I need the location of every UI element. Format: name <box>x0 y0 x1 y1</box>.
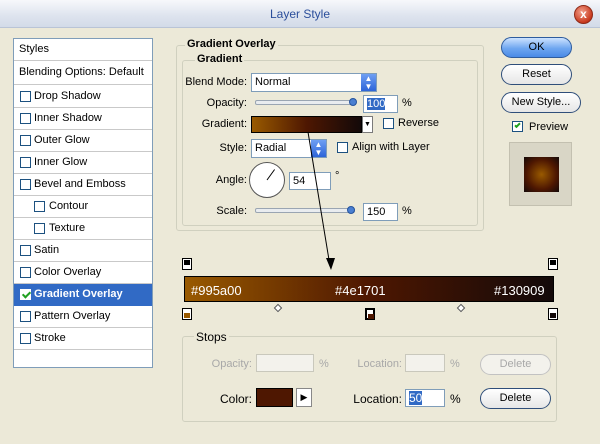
stop-location-value: 50 <box>409 391 423 405</box>
opacity-stop-left[interactable] <box>182 258 192 270</box>
stop-color-label: Color: <box>219 392 252 406</box>
stop-opacity-input[interactable] <box>256 354 314 372</box>
color-menu-button[interactable]: ▶ <box>296 388 312 407</box>
stops-title: Stops <box>194 330 229 344</box>
stop-location-label: Location: <box>353 392 402 406</box>
opacity-stop-right[interactable] <box>548 258 558 270</box>
gradient-color-label-start: #995a00 <box>191 283 242 298</box>
delete-color-stop-button[interactable]: Delete <box>480 388 551 409</box>
gradient-color-label-mid: #4e1701 <box>335 283 386 298</box>
triangle-right-icon: ▶ <box>300 392 308 402</box>
stop-location-input-top[interactable] <box>405 354 445 372</box>
stop-location-unit: % <box>450 392 461 406</box>
stop-opacity-label: Opacity: <box>211 358 252 370</box>
delete-opacity-stop-button[interactable]: Delete <box>480 354 551 375</box>
color-stop-mid[interactable] <box>365 308 375 320</box>
stop-color-swatch[interactable] <box>256 388 293 407</box>
gradient-color-label-end: #130909 <box>494 283 545 298</box>
stop-opacity-unit: % <box>319 358 329 370</box>
stops-group <box>182 336 557 422</box>
gradient-bar[interactable]: #995a00 #4e1701 #130909 <box>184 276 554 302</box>
stop-location-input[interactable]: 50 <box>405 389 445 407</box>
color-stop-left[interactable] <box>182 308 192 320</box>
stop-location-label-top: Location: <box>357 358 402 370</box>
stop-location-unit-top: % <box>450 358 460 370</box>
color-stop-right[interactable] <box>548 308 558 320</box>
